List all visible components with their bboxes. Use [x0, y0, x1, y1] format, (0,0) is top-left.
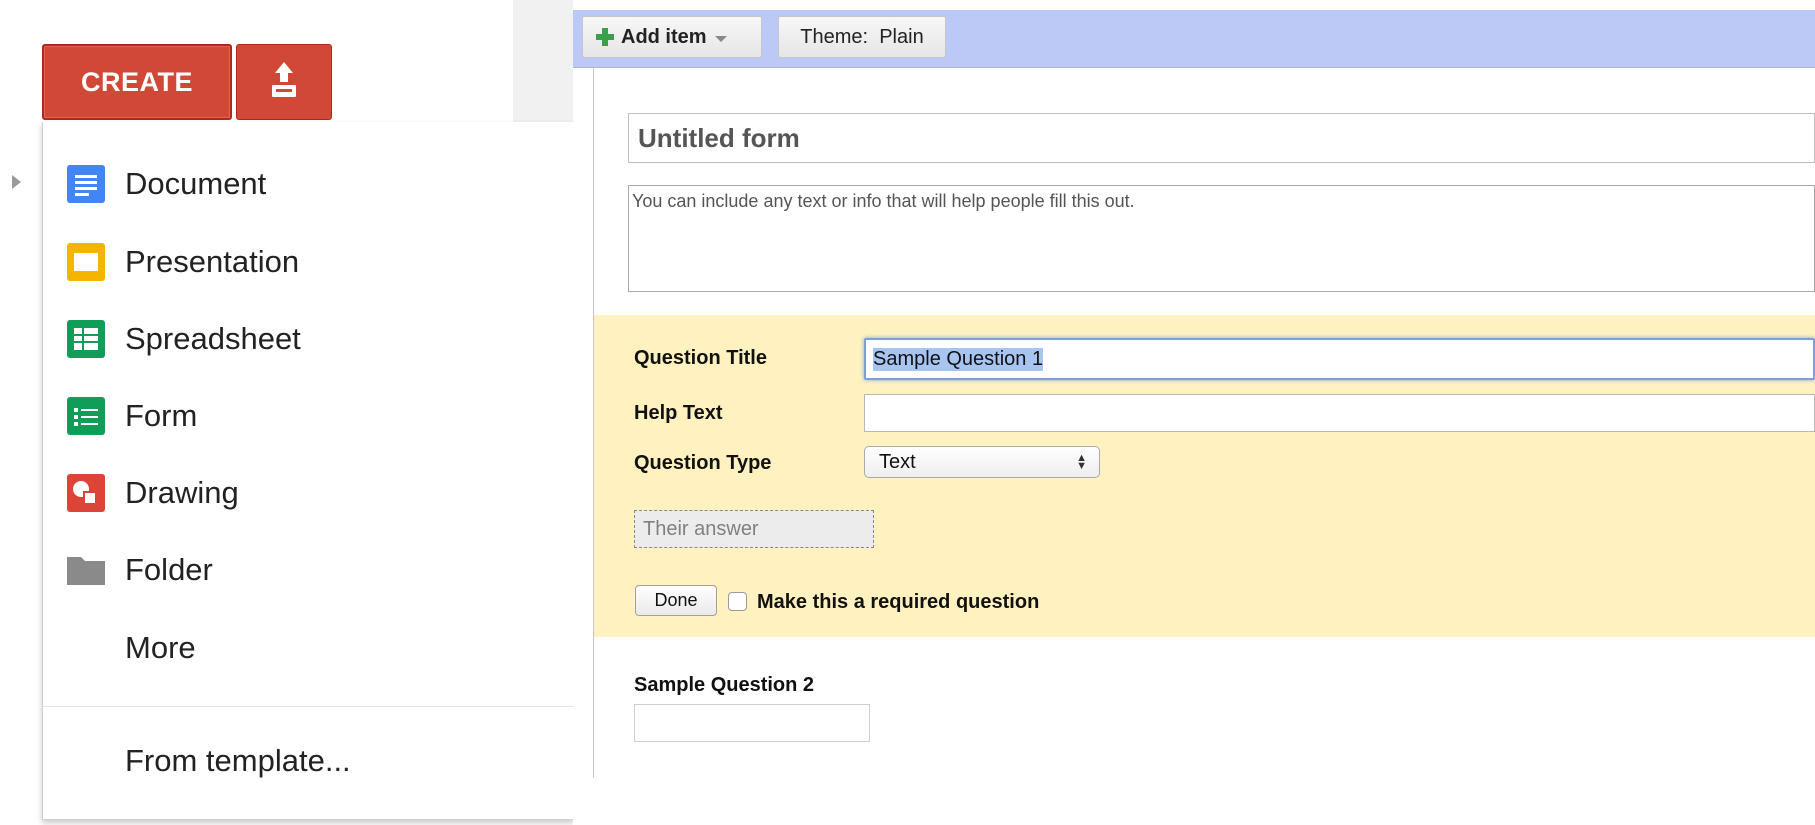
add-item-button[interactable]: Add item — [582, 16, 762, 58]
theme-button[interactable]: Theme: Plain — [778, 16, 946, 58]
menu-item-drawing[interactable]: Drawing — [43, 463, 573, 523]
upload-icon — [267, 60, 301, 105]
menu-item-folder[interactable]: Folder — [43, 540, 573, 600]
form-description-value: You can include any text or info that wi… — [632, 191, 1135, 211]
menu-item-label: Spreadsheet — [125, 321, 301, 356]
answer-preview-text: Their answer — [643, 517, 759, 540]
menu-divider — [43, 706, 573, 707]
upload-button[interactable] — [236, 44, 332, 120]
done-button-label: Done — [654, 590, 698, 610]
menu-item-label: Folder — [125, 552, 213, 587]
menu-item-label: Drawing — [125, 475, 239, 510]
menu-item-label: Form — [125, 398, 198, 433]
form-editor: Add item Theme: Plain Untitled form You … — [573, 10, 1815, 825]
menu-item-document[interactable]: Document — [43, 154, 573, 214]
question-title-value: Sample Question 1 — [873, 347, 1044, 371]
question-type-select[interactable]: Text ▲ ▼ — [864, 446, 1100, 478]
select-arrows-icon: ▲ ▼ — [1076, 452, 1087, 472]
menu-item-spreadsheet[interactable]: Spreadsheet — [43, 309, 573, 369]
done-button[interactable]: Done — [635, 585, 717, 616]
spreadsheet-icon — [65, 318, 107, 360]
background-strip — [513, 0, 573, 125]
create-button-label: CREATE — [80, 66, 193, 97]
help-text-input[interactable] — [864, 394, 1815, 432]
form-icon — [65, 395, 107, 437]
form-title-input[interactable]: Untitled form — [628, 113, 1815, 163]
menu-item-form[interactable]: Form — [43, 386, 573, 446]
menu-item-label: Presentation — [125, 244, 300, 279]
menu-item-from-template[interactable]: From template... — [43, 731, 573, 791]
question-title-input[interactable]: Sample Question 1 — [864, 338, 1815, 380]
folder-icon — [65, 549, 107, 591]
question-editor: Question Title Sample Question 1 Help Te… — [594, 315, 1815, 637]
form-title-value: Untitled form — [638, 122, 800, 153]
document-icon — [65, 163, 107, 205]
create-dropdown-menu: Document Presentation Spreadsheet Form D… — [42, 122, 574, 820]
answer-preview: Their answer — [634, 510, 874, 548]
menu-item-presentation[interactable]: Presentation — [43, 232, 573, 292]
theme-label: Theme: Plain — [800, 25, 924, 48]
create-button[interactable]: CREATE — [42, 44, 232, 120]
question-type-value: Text — [879, 450, 916, 473]
add-item-label: Add item — [621, 25, 707, 48]
menu-item-more[interactable]: More — [43, 618, 573, 678]
tree-expand-arrow-icon[interactable] — [12, 175, 21, 189]
form-description-textarea[interactable]: You can include any text or info that wi… — [628, 185, 1815, 292]
help-text-label: Help Text — [634, 402, 723, 424]
question-2-title: Sample Question 2 — [634, 674, 815, 696]
presentation-icon — [65, 241, 107, 283]
plus-icon — [595, 27, 615, 47]
chevron-down-icon — [714, 35, 727, 42]
menu-item-label: More — [125, 630, 196, 665]
form-toolbar: Add item Theme: Plain — [573, 10, 1815, 68]
menu-item-label: From template... — [125, 743, 351, 778]
required-label: Make this a required question — [757, 591, 1040, 613]
question-title-label: Question Title — [634, 347, 767, 369]
question-type-label: Question Type — [634, 452, 772, 474]
drawing-icon — [65, 472, 107, 514]
menu-item-label: Document — [125, 166, 267, 201]
question-2-answer-input[interactable] — [634, 704, 870, 742]
required-checkbox[interactable] — [728, 592, 747, 611]
